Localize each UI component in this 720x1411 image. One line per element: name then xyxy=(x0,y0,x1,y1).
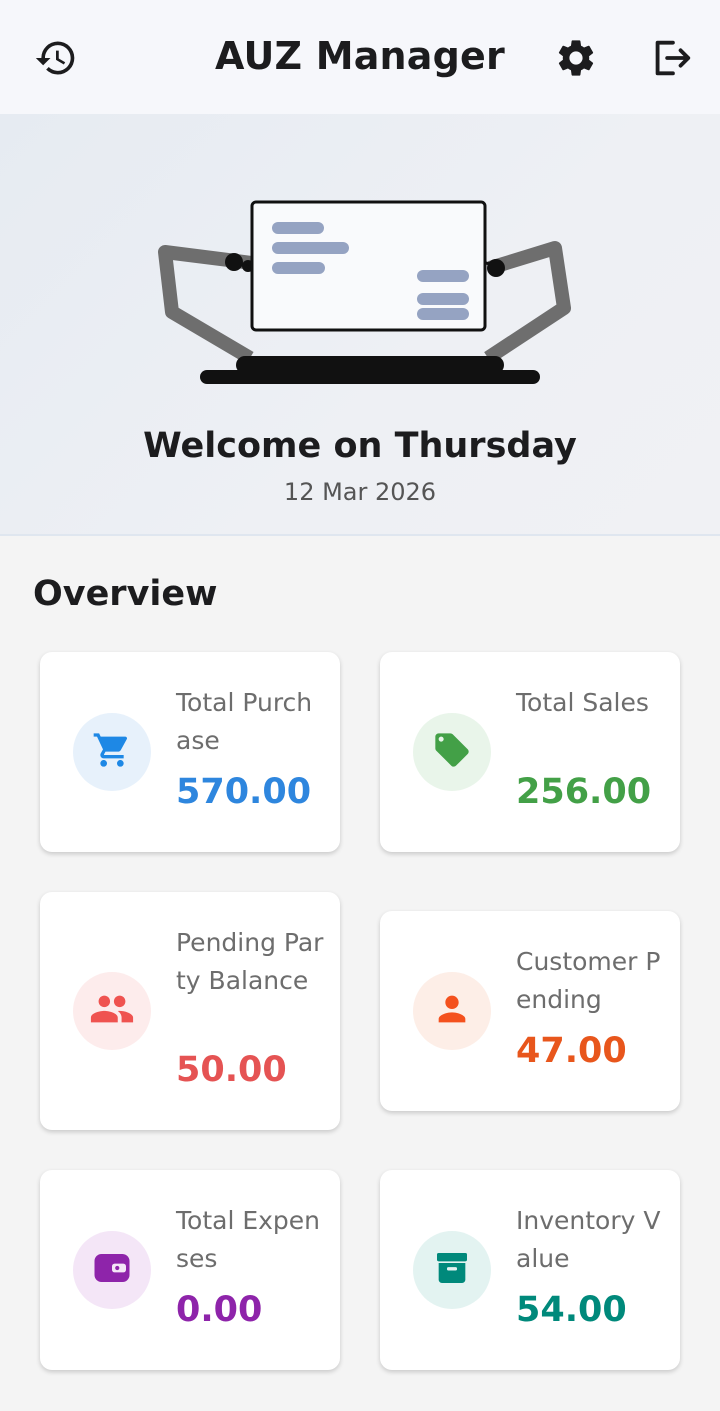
card-customer-pending[interactable]: Customer Pending 47.00 xyxy=(380,911,680,1111)
welcome-banner: Welcome on Thursday 12 Mar 2026 xyxy=(0,114,720,536)
card-value: 256.00 xyxy=(516,772,652,812)
card-inventory-value[interactable]: Inventory Value 54.00 xyxy=(380,1170,680,1370)
card-label: Inventory Value xyxy=(516,1206,661,1273)
gear-icon xyxy=(554,36,598,80)
card-icon-circle xyxy=(413,713,491,791)
card-value: 50.00 xyxy=(176,1050,287,1090)
app-title: AUZ Manager xyxy=(215,34,505,78)
card-icon-circle xyxy=(73,1231,151,1309)
card-total-purchase[interactable]: Total Purchase 570.00 xyxy=(40,652,340,852)
current-date: 12 Mar 2026 xyxy=(283,478,437,506)
welcome-heading: Welcome on Thursday xyxy=(143,426,577,466)
card-label: Total Expenses xyxy=(176,1206,321,1273)
logout-button[interactable] xyxy=(643,30,699,86)
app-bar: AUZ Manager xyxy=(0,0,720,114)
card-total-expenses[interactable]: Total Expenses 0.00 xyxy=(40,1170,340,1370)
card-value: 54.00 xyxy=(516,1290,627,1330)
settings-button[interactable] xyxy=(548,30,604,86)
card-total-sales[interactable]: Total Sales 256.00 xyxy=(380,652,680,852)
wallet-icon xyxy=(91,1247,133,1293)
card-value: 47.00 xyxy=(516,1031,627,1071)
card-label: Pending Party Balance xyxy=(176,928,324,995)
logout-icon xyxy=(648,35,694,81)
cart-icon xyxy=(92,730,132,774)
card-label: Customer Pending xyxy=(516,947,661,1014)
card-icon-circle xyxy=(413,972,491,1050)
card-label: Total Purchase xyxy=(176,688,313,755)
dashboard-illustration xyxy=(158,200,571,384)
card-icon-circle xyxy=(73,972,151,1050)
card-value: 570.00 xyxy=(176,772,312,812)
card-icon-circle xyxy=(73,713,151,791)
archive-icon xyxy=(432,1248,472,1292)
person-icon xyxy=(432,989,472,1033)
overview-title: Overview xyxy=(33,574,218,614)
group-icon xyxy=(89,986,135,1036)
card-value: 0.00 xyxy=(176,1290,263,1330)
card-icon-circle xyxy=(413,1231,491,1309)
card-label: Total Sales xyxy=(516,688,649,717)
tag-icon xyxy=(432,730,472,774)
card-pending-party-balance[interactable]: Pending Party Balance 50.00 xyxy=(40,892,340,1130)
